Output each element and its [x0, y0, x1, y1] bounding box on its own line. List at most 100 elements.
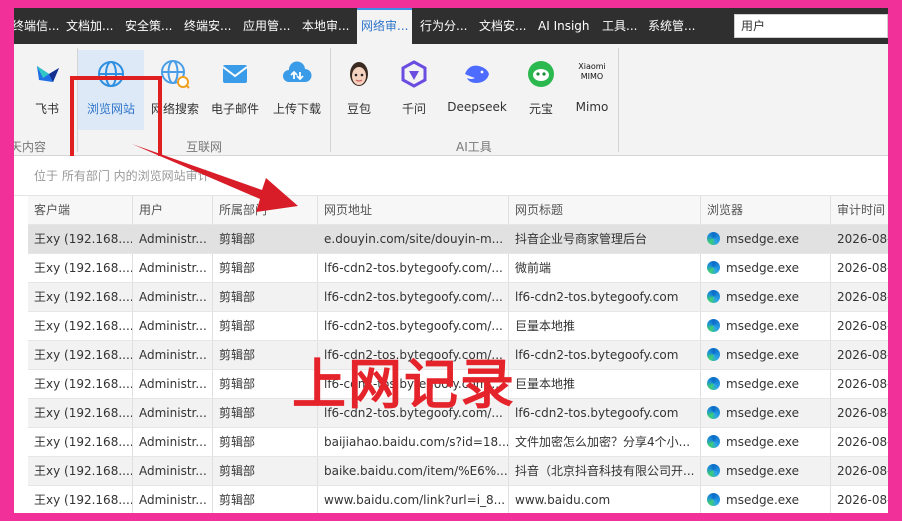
edge-browser-icon — [707, 464, 720, 477]
cell-user: Administr... — [133, 225, 213, 253]
cell-client: 王xy (192.168.... — [28, 370, 133, 398]
cell-audit-time: 2026-08- — [837, 261, 888, 275]
tab-local-audit[interactable]: 本地审... — [302, 8, 349, 44]
group-label-internet: 互联网 — [186, 140, 223, 154]
cell-audit-time: 2026-08- — [837, 406, 888, 420]
cell-department: 剪辑部 — [213, 225, 318, 253]
group-label-ai-tools: AI工具 — [456, 140, 492, 154]
module-tab-bar: 终端信... 文档加... 安全策... 终端安... 应用管... 本地审..… — [14, 8, 888, 44]
table-row[interactable]: 王xy (192.168.... Administr... 剪辑部 lf6-cdn2-… — [28, 312, 888, 341]
tab-terminal-info[interactable]: 终端信... — [14, 8, 59, 44]
cell-department: 剪辑部 — [213, 428, 318, 456]
column-header-audit-time[interactable]: 审计时间 — [831, 196, 888, 224]
email-button[interactable]: 电子邮件 — [202, 50, 268, 130]
table-row[interactable]: 王xy (192.168.... Administr... 剪辑部 lf6-cdn2-… — [28, 254, 888, 283]
cell-audit-time: 2026-08- — [837, 464, 888, 478]
edge-browser-icon — [707, 435, 720, 448]
tab-app-management[interactable]: 应用管... — [243, 8, 290, 44]
tab-doc-encryption[interactable]: 文档加... — [66, 8, 113, 44]
browser-name: msedge.exe — [726, 464, 800, 478]
cell-client: 王xy (192.168.... — [28, 486, 133, 513]
tab-tools[interactable]: 工具... — [602, 8, 637, 44]
cell-url: lf6-cdn2-tos.bytegoofy.com/... — [318, 312, 509, 340]
tab-ai-insight[interactable]: AI Insigh — [538, 8, 590, 44]
cell-user: Administr... — [133, 457, 213, 485]
edge-browser-icon — [707, 232, 720, 245]
edge-browser-icon — [707, 493, 720, 506]
cell-url: lf6-cdn2-tos.bytegoofy.com/... — [318, 254, 509, 282]
table-row[interactable]: 王xy (192.168.... Administr... 剪辑部 baike.bai… — [28, 457, 888, 486]
cell-user: Administr... — [133, 428, 213, 456]
tab-terminal-security[interactable]: 终端安... — [184, 8, 231, 44]
column-header-department[interactable]: 所属部门 — [213, 196, 318, 224]
cell-audit-time: 2026-08- — [837, 348, 888, 362]
browser-name: msedge.exe — [726, 406, 800, 420]
table-header: 客户端 用户 所属部门 网页地址 网页标题 浏览器 审计时间 — [28, 196, 888, 225]
cell-title: 巨量本地推 — [509, 370, 701, 398]
edge-browser-icon — [707, 377, 720, 390]
qianwen-icon — [401, 60, 427, 88]
tab-behavior-analysis[interactable]: 行为分... — [420, 8, 467, 44]
cell-audit-time: 2026-08- — [837, 435, 888, 449]
cell-department: 剪辑部 — [213, 486, 318, 513]
filter-info-text: 位于 所有部门 内的浏览网站审计 — [14, 156, 888, 196]
table-row[interactable]: 王xy (192.168.... Administr... 剪辑部 lf6-cdn2-… — [28, 283, 888, 312]
search-input[interactable]: 用户 — [734, 14, 888, 38]
cell-url: baijiahao.baidu.com/s?id=18... — [318, 428, 509, 456]
table-row[interactable]: 王xy (192.168.... Administr... 剪辑部 baijiahao… — [28, 428, 888, 457]
cell-user: Administr... — [133, 341, 213, 369]
qianwen-button[interactable]: 千问 — [381, 50, 447, 130]
cell-audit-time: 2026-08- — [837, 377, 888, 391]
edge-browser-icon — [707, 290, 720, 303]
cell-user: Administr... — [133, 283, 213, 311]
table-row[interactable]: 王xy (192.168.... Administr... 剪辑部 www.baidu… — [28, 486, 888, 513]
cell-title: 抖音企业号商家管理后台 — [509, 225, 701, 253]
cell-title: 微前端 — [509, 254, 701, 282]
cell-client: 王xy (192.168.... — [28, 254, 133, 282]
cell-browser: msedge.exe — [701, 457, 831, 485]
annotation-caption: 上网记录 — [292, 353, 516, 416]
deepseek-button[interactable]: Deepseek — [444, 50, 510, 130]
cell-browser: msedge.exe — [701, 283, 831, 311]
tab-system-management[interactable]: 系统管... — [648, 8, 695, 44]
browser-name: msedge.exe — [726, 319, 800, 333]
column-header-browser[interactable]: 浏览器 — [701, 196, 831, 224]
upload-download-button[interactable]: 上传下载 — [264, 50, 330, 130]
xiaomi-mimo-icon: Xiaomi MIMO — [578, 62, 606, 81]
globe-search-icon — [161, 60, 190, 89]
cell-browser: msedge.exe — [701, 225, 831, 253]
cell-title: 抖音（北京抖音科技有限公司开... — [509, 457, 701, 485]
doubao-icon — [350, 62, 368, 86]
tab-network-audit[interactable]: 网络审... — [357, 8, 413, 44]
browser-name: msedge.exe — [726, 261, 800, 275]
browser-name: msedge.exe — [726, 348, 800, 362]
browser-name: msedge.exe — [726, 290, 800, 304]
table-row[interactable]: 王xy (192.168.... Administr... 剪辑部 e.douyin.… — [28, 225, 888, 254]
cell-user: Administr... — [133, 399, 213, 427]
column-header-url[interactable]: 网页地址 — [318, 196, 509, 224]
cell-url: www.baidu.com/link?url=i_8... — [318, 486, 509, 513]
edge-browser-icon — [707, 261, 720, 274]
cell-department: 剪辑部 — [213, 254, 318, 282]
cell-title: www.baidu.com — [509, 486, 701, 513]
tab-security-policy[interactable]: 安全策... — [125, 8, 172, 44]
cloud-transfer-icon — [283, 61, 312, 82]
cell-browser: msedge.exe — [701, 399, 831, 427]
edge-browser-icon — [707, 406, 720, 419]
tab-doc-security[interactable]: 文档安... — [479, 8, 526, 44]
cell-browser: msedge.exe — [701, 370, 831, 398]
cell-user: Administr... — [133, 312, 213, 340]
mimo-button[interactable]: Xiaomi MIMO Mimo — [559, 50, 625, 130]
yuanbao-icon — [528, 61, 554, 87]
cell-department: 剪辑部 — [213, 457, 318, 485]
column-header-title[interactable]: 网页标题 — [509, 196, 701, 224]
cell-user: Administr... — [133, 486, 213, 513]
cell-browser: msedge.exe — [701, 486, 831, 513]
cell-client: 王xy (192.168.... — [28, 312, 133, 340]
browser-name: msedge.exe — [726, 232, 800, 246]
browser-name: msedge.exe — [726, 435, 800, 449]
cell-user: Administr... — [133, 370, 213, 398]
column-header-user[interactable]: 用户 — [133, 196, 213, 224]
column-header-client[interactable]: 客户端 — [28, 196, 133, 224]
highlight-box — [70, 76, 162, 162]
